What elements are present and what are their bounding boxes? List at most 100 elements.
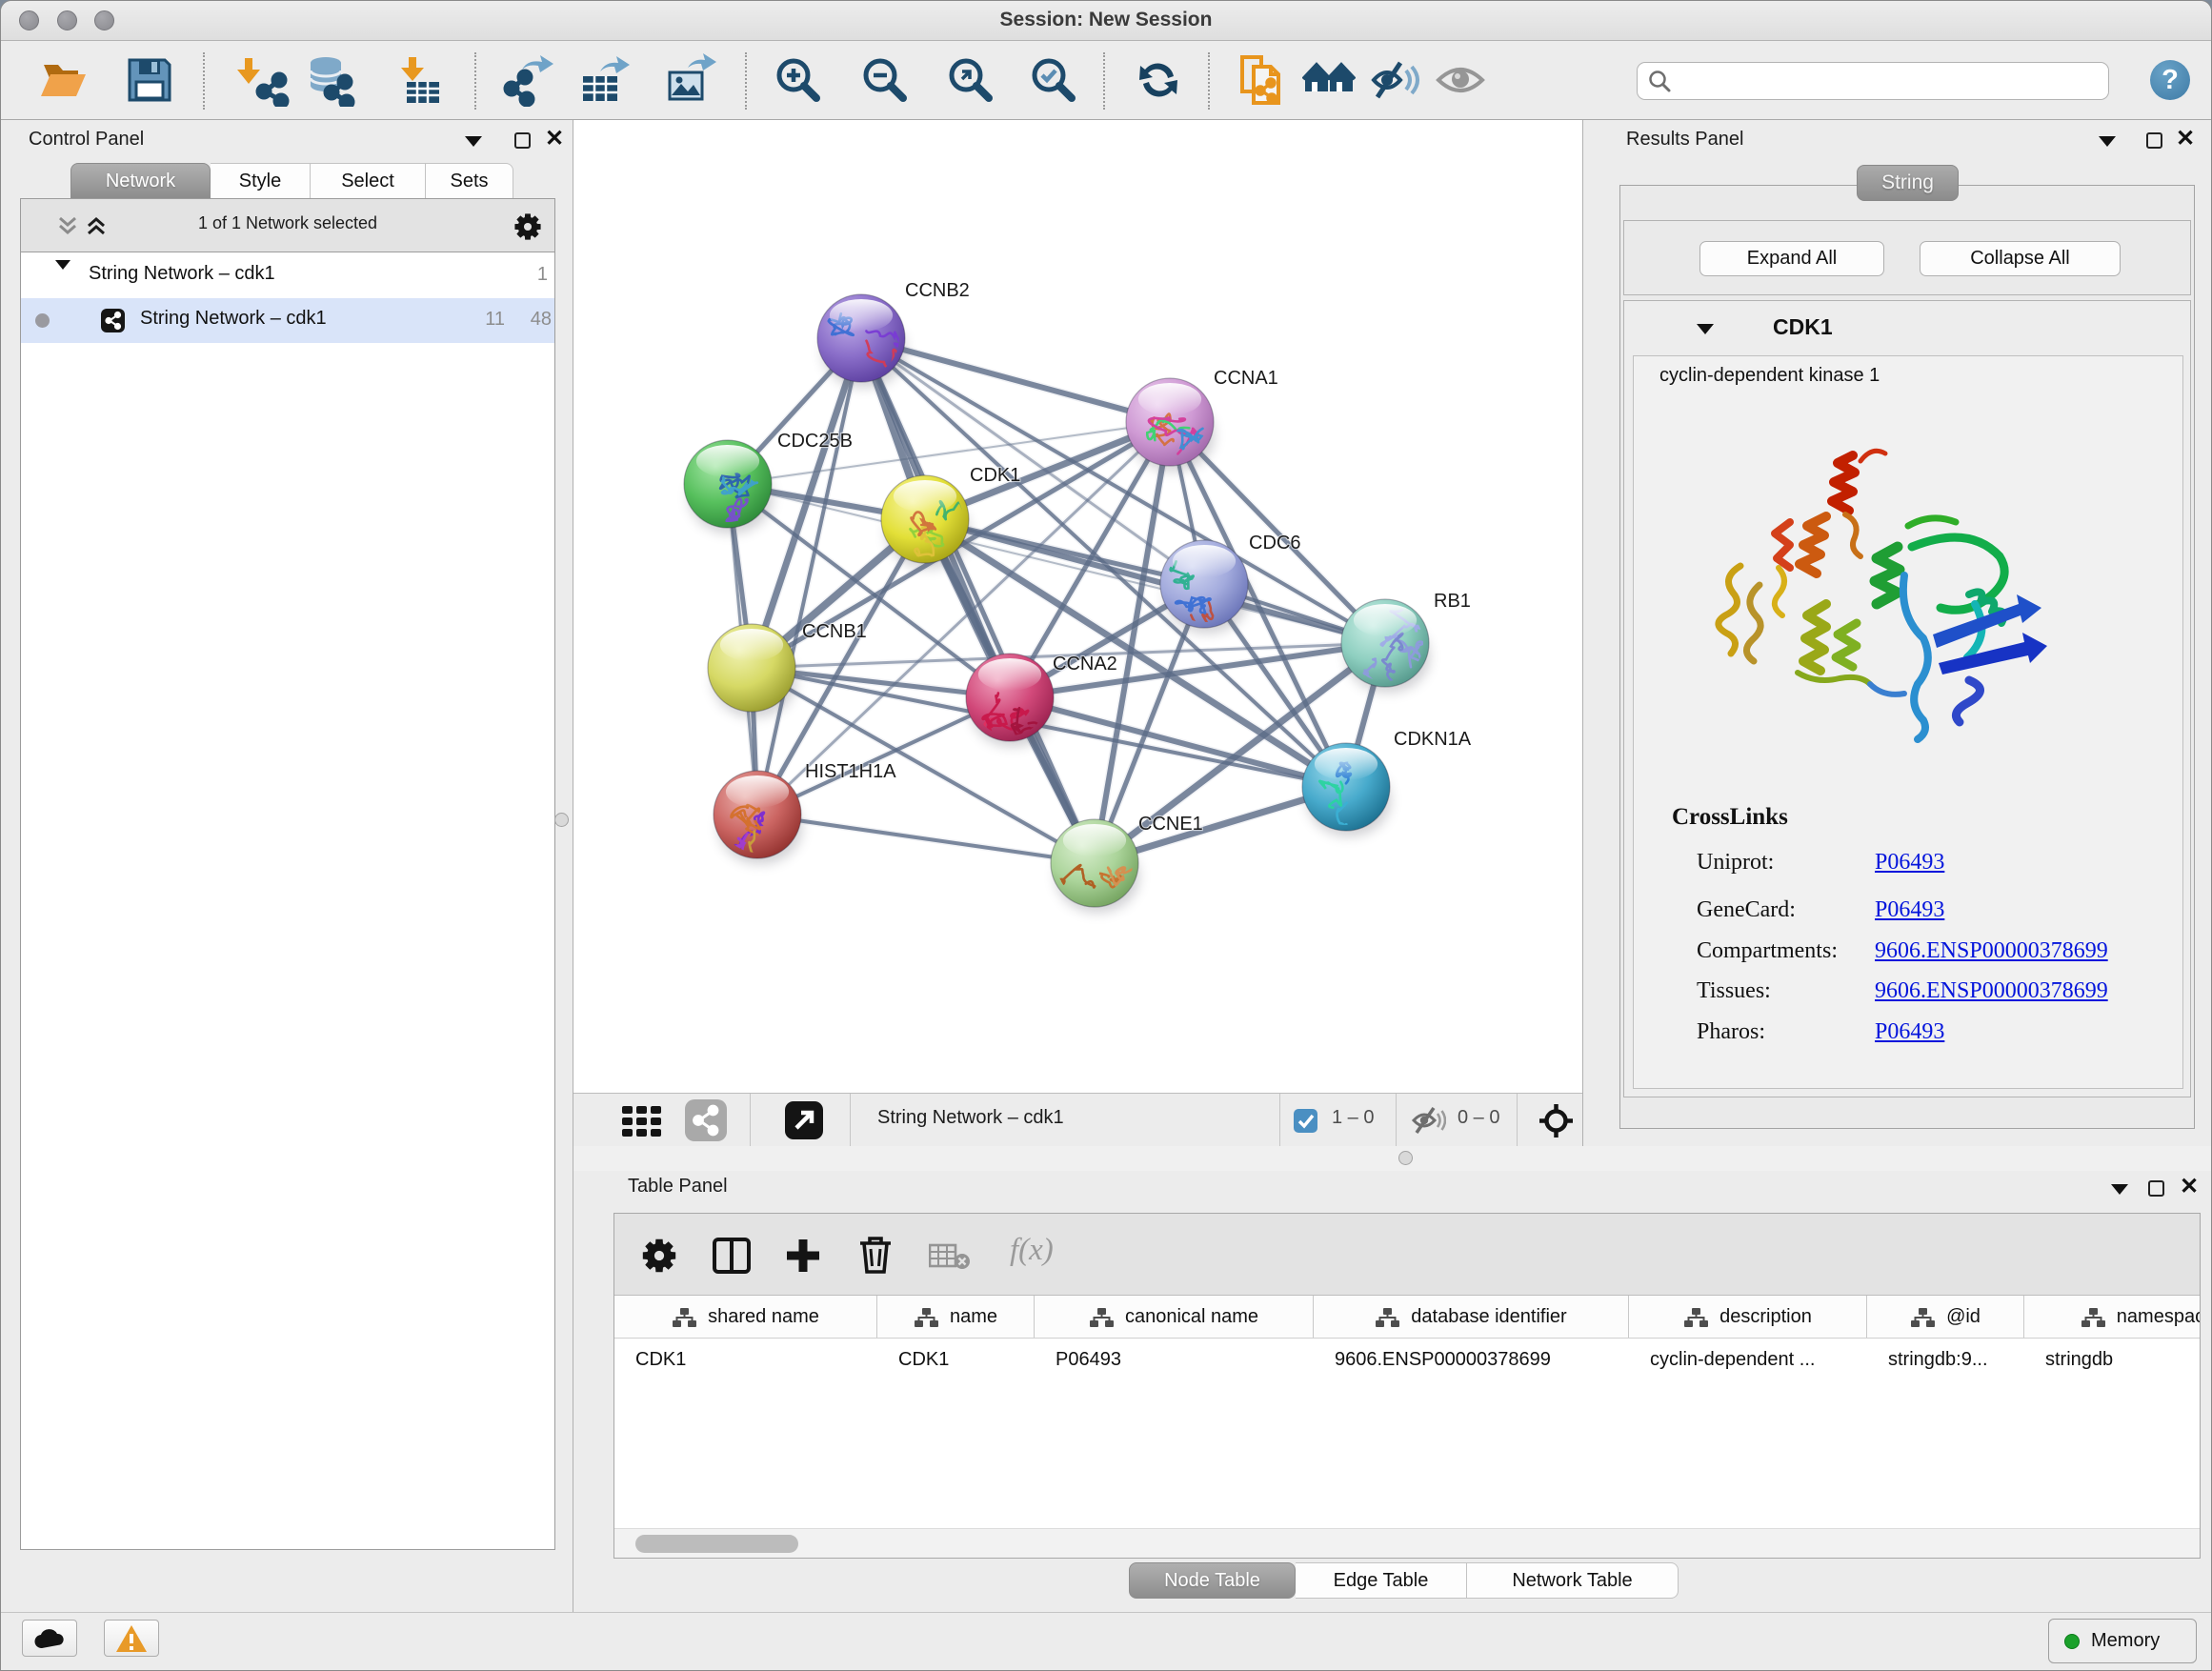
- crosslink-value-link[interactable]: 9606.ENSP00000378699: [1875, 978, 2108, 1004]
- network-row-selected[interactable]: String Network – cdk1 11 48: [21, 298, 554, 343]
- tree-icon: [1683, 1307, 1709, 1328]
- warning-button[interactable]: [104, 1620, 159, 1657]
- scrollbar-thumb[interactable]: [635, 1535, 798, 1553]
- zoom-in-icon[interactable]: [771, 53, 824, 107]
- collapse-all-button[interactable]: Collapse All: [1920, 241, 2121, 276]
- control-panel-float-icon[interactable]: [514, 132, 531, 149]
- tab-network-table[interactable]: Network Table: [1467, 1562, 1679, 1599]
- export-network-icon[interactable]: [501, 53, 554, 107]
- table-cell[interactable]: 9606.ENSP00000378699: [1314, 1339, 1629, 1383]
- table-row[interactable]: CDK1CDK1P064939606.ENSP00000378699cyclin…: [614, 1339, 2200, 1383]
- node-label-HIST1H1A: HIST1H1A: [805, 761, 896, 782]
- save-session-icon[interactable]: [123, 53, 176, 107]
- zoom-fit-icon[interactable]: [943, 53, 996, 107]
- apply-function-icon: f(x): [1010, 1233, 1054, 1268]
- table-panel-menu-icon[interactable]: [2111, 1184, 2128, 1195]
- zoom-out-icon[interactable]: [857, 53, 911, 107]
- network-graph[interactable]: CCNB2CCNA1CDC25BCDK1CDC6RB1CCNB1CCNA2CDK…: [573, 120, 1582, 1093]
- results-panel-close-icon[interactable]: ✕: [2176, 131, 2195, 147]
- refresh-icon[interactable]: [1132, 53, 1185, 107]
- hide-selected-icon[interactable]: [1368, 53, 1421, 107]
- tab-style[interactable]: Style: [211, 163, 311, 199]
- table-horizontal-scrollbar[interactable]: [614, 1528, 2200, 1558]
- node-result-section: CDK1 cyclin-dependent kinase 1: [1623, 300, 2191, 1097]
- expand-collapse-box: Expand All Collapse All: [1623, 220, 2191, 295]
- node-section-header[interactable]: CDK1: [1624, 301, 2190, 355]
- tab-node-table[interactable]: Node Table: [1129, 1562, 1296, 1599]
- memory-button[interactable]: Memory: [2048, 1619, 2197, 1663]
- search-input[interactable]: [1672, 65, 2108, 97]
- tab-network[interactable]: Network: [70, 163, 211, 199]
- crosslink-label: Compartments:: [1697, 938, 1838, 964]
- column-header-namespace[interactable]: namespace: [2024, 1296, 2200, 1339]
- tab-sets[interactable]: Sets: [426, 163, 513, 199]
- tab-edge-table[interactable]: Edge Table: [1296, 1562, 1467, 1599]
- tab-select[interactable]: Select: [311, 163, 426, 199]
- table-settings-gear-icon[interactable]: [641, 1238, 677, 1274]
- table-cell[interactable]: stringdb: [2024, 1339, 2200, 1383]
- birdseye-grid-icon[interactable]: [622, 1106, 664, 1137]
- expand-all-button[interactable]: Expand All: [1699, 241, 1884, 276]
- show-columns-icon[interactable]: [713, 1238, 751, 1274]
- delete-column-icon[interactable]: [858, 1236, 893, 1275]
- network-share-button[interactable]: [685, 1099, 727, 1141]
- column-header-shared-name[interactable]: shared name: [614, 1296, 877, 1339]
- table-cell[interactable]: CDK1: [614, 1339, 877, 1383]
- export-image-icon[interactable]: [663, 53, 716, 107]
- show-all-icon[interactable]: [1434, 53, 1487, 107]
- table-cell[interactable]: CDK1: [877, 1339, 1035, 1383]
- zoom-selected-icon[interactable]: [1026, 53, 1079, 107]
- results-panel-float-icon[interactable]: [2146, 132, 2162, 149]
- import-table-file-icon[interactable]: [393, 53, 447, 107]
- tree-icon: [1910, 1307, 1936, 1328]
- network-collection-row[interactable]: String Network – cdk1 1: [21, 253, 554, 298]
- node-label-CCNA1: CCNA1: [1214, 368, 1278, 389]
- cloud-button[interactable]: [22, 1620, 77, 1657]
- left-splitter-handle[interactable]: [554, 813, 569, 827]
- hidden-eye-icon: [1410, 1106, 1446, 1135]
- column-header--id[interactable]: @id: [1867, 1296, 2024, 1339]
- crosslink-label: Uniprot:: [1697, 850, 1774, 876]
- selected-checkbox-icon[interactable]: [1294, 1109, 1317, 1133]
- column-header-name[interactable]: name: [877, 1296, 1035, 1339]
- import-network-file-icon[interactable]: [236, 53, 290, 107]
- first-neighbors-icon[interactable]: [1302, 53, 1356, 107]
- center-view-icon[interactable]: [1538, 1103, 1574, 1138]
- divider: [1396, 1094, 1397, 1147]
- crosslink-label: GeneCard:: [1697, 897, 1796, 923]
- column-header-description[interactable]: description: [1629, 1296, 1867, 1339]
- export-table-icon[interactable]: [577, 53, 631, 107]
- collection-expander-icon[interactable]: [55, 260, 70, 291]
- horizontal-splitter[interactable]: [573, 1146, 2212, 1171]
- open-session-icon[interactable]: [36, 53, 90, 107]
- table-cell[interactable]: stringdb:9...: [1867, 1339, 2024, 1383]
- crosslink-value-link[interactable]: P06493: [1875, 850, 1944, 876]
- column-header-database-identifier[interactable]: database identifier: [1314, 1296, 1629, 1339]
- import-network-database-icon[interactable]: [302, 53, 355, 107]
- table-cell[interactable]: P06493: [1035, 1339, 1314, 1383]
- control-panel-close-icon[interactable]: ✕: [545, 131, 564, 147]
- horizontal-splitter-handle[interactable]: [1398, 1151, 1413, 1165]
- help-icon[interactable]: ?: [2150, 60, 2190, 100]
- table-cell[interactable]: cyclin-dependent ...: [1629, 1339, 1867, 1383]
- crosslink-value-link[interactable]: 9606.ENSP00000378699: [1875, 938, 2108, 964]
- tree-icon: [2081, 1307, 2106, 1328]
- table-panel-float-icon[interactable]: [2148, 1180, 2164, 1197]
- network-options-gear-icon[interactable]: [513, 212, 542, 241]
- clone-network-icon[interactable]: [1235, 53, 1288, 107]
- status-bar: Memory: [1, 1612, 2211, 1671]
- section-expander-icon[interactable]: [1697, 324, 1714, 334]
- crosslink-value-link[interactable]: P06493: [1875, 1019, 1944, 1045]
- search-field[interactable]: [1637, 62, 2109, 100]
- tab-string[interactable]: String: [1857, 165, 1959, 201]
- protein-structure-image: [1683, 434, 2064, 758]
- string-results-container: Expand All Collapse All CDK1 cyclin-depe…: [1619, 185, 2195, 1129]
- table-panel-close-icon[interactable]: ✕: [2180, 1178, 2199, 1195]
- crosslink-value-link[interactable]: P06493: [1875, 897, 1944, 923]
- graph-node-CDK1: [881, 475, 982, 569]
- add-column-icon[interactable]: [784, 1237, 822, 1275]
- column-header-canonical-name[interactable]: canonical name: [1035, 1296, 1314, 1339]
- control-panel-menu-icon[interactable]: [465, 136, 482, 147]
- open-in-window-button[interactable]: [785, 1101, 823, 1139]
- results-panel-menu-icon[interactable]: [2099, 136, 2116, 147]
